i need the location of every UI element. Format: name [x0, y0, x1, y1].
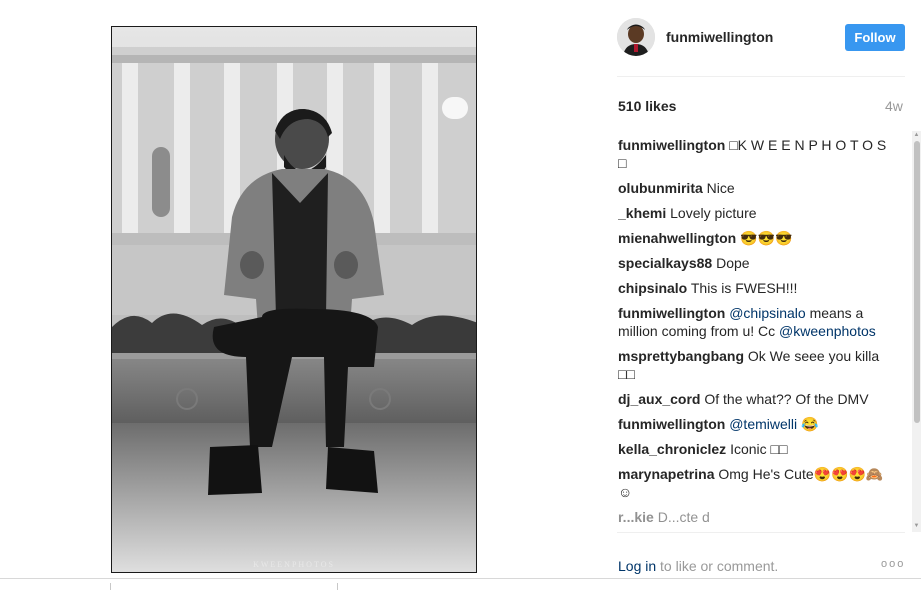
avatar[interactable] [617, 18, 655, 56]
author-username[interactable]: funmiwellington [666, 29, 773, 45]
comment-item: kella_chroniclez Iconic □□ [618, 440, 888, 458]
comment-user[interactable]: msprettybangbang [618, 348, 744, 364]
comment-user[interactable]: specialkays88 [618, 255, 712, 271]
login-prompt-text: to like or comment. [656, 558, 779, 574]
comment-item: funmiwellington □K W E E N P H O T O S □ [618, 136, 888, 172]
comment-user[interactable]: dj_aux_cord [618, 391, 700, 407]
comment-mention[interactable]: @temiwelli [729, 416, 797, 432]
comment-item: msprettybangbang Ok We seee you killa □□ [618, 347, 888, 383]
follow-button[interactable]: Follow [845, 24, 905, 51]
comment-mention[interactable]: @chipsinalo [729, 305, 805, 321]
avatar-image [617, 18, 655, 56]
comments-list[interactable]: funmiwellington □K W E E N P H O T O S □… [618, 136, 888, 532]
comment-user[interactable]: mienahwellington [618, 230, 736, 246]
comment-mention[interactable]: @kweenphotos [779, 323, 876, 339]
comment-text: Nice [706, 180, 735, 196]
comment-user[interactable]: funmiwellington [618, 137, 725, 153]
bottom-bar-divider [337, 583, 338, 590]
comment-user[interactable]: olubunmirita [618, 180, 703, 196]
comment-item: olubunmirita Nice [618, 179, 888, 197]
comment-item: funmiwellington @temiwelli 😂 [618, 415, 888, 433]
login-link[interactable]: Log in [618, 558, 656, 574]
window-bottom-bar [0, 578, 921, 591]
photo-watermark: KWEENPHOTOS [253, 560, 335, 569]
comment-item: dj_aux_cord Of the what?? Of the DMV [618, 390, 888, 408]
comment-item: mienahwellington 😎😎😎 [618, 229, 888, 247]
comment-item: specialkays88 Dope [618, 254, 888, 272]
comment-item: _khemi Lovely picture [618, 204, 888, 222]
comment-text: 😂 [801, 416, 819, 432]
comment-user[interactable]: marynapetrina [618, 466, 714, 482]
comment-user[interactable]: r...kie [618, 509, 654, 525]
comment-item: marynapetrina Omg He's Cute😍😍😍🙈☺ [618, 465, 888, 501]
comment-user[interactable]: _khemi [618, 205, 666, 221]
bottom-bar-divider [110, 583, 111, 590]
comment-item: r...kie D...cte d [618, 508, 888, 526]
post-age[interactable]: 4w [885, 98, 903, 114]
login-prompt: Log in to like or comment. [618, 558, 778, 574]
comment-text: This is FWESH!!! [690, 280, 798, 296]
likes-count[interactable]: 510 likes [618, 98, 676, 114]
comment-user[interactable]: funmiwellington [618, 305, 725, 321]
post-photo[interactable]: KWEENPHOTOS [111, 26, 477, 573]
photo-illustration [112, 27, 476, 572]
more-options-icon[interactable]: ooo [881, 558, 905, 570]
scroll-down-arrow-icon[interactable]: ▼ [912, 522, 921, 530]
comment-text: Dope [716, 255, 750, 271]
comment-user[interactable]: chipsinalo [618, 280, 687, 296]
comment-user[interactable]: kella_chroniclez [618, 441, 726, 457]
comment-item: chipsinalo This is FWESH!!! [618, 279, 888, 297]
comment-text: Lovely picture [670, 205, 757, 221]
post-header: funmiwellington Follow [617, 18, 905, 77]
scroll-up-arrow-icon[interactable]: ▲ [912, 131, 921, 139]
divider [617, 532, 905, 533]
scrollbar-thumb[interactable] [914, 141, 920, 423]
comment-text: 😎😎😎 [740, 230, 793, 246]
comment-user[interactable]: funmiwellington [618, 416, 725, 432]
comment-text: Of the what?? Of the DMV [704, 391, 869, 407]
comment-item: funmiwellington @chipsinalo means a mill… [618, 304, 888, 340]
comment-text: D...cte d [657, 509, 710, 525]
comment-text: Iconic □□ [730, 441, 788, 457]
